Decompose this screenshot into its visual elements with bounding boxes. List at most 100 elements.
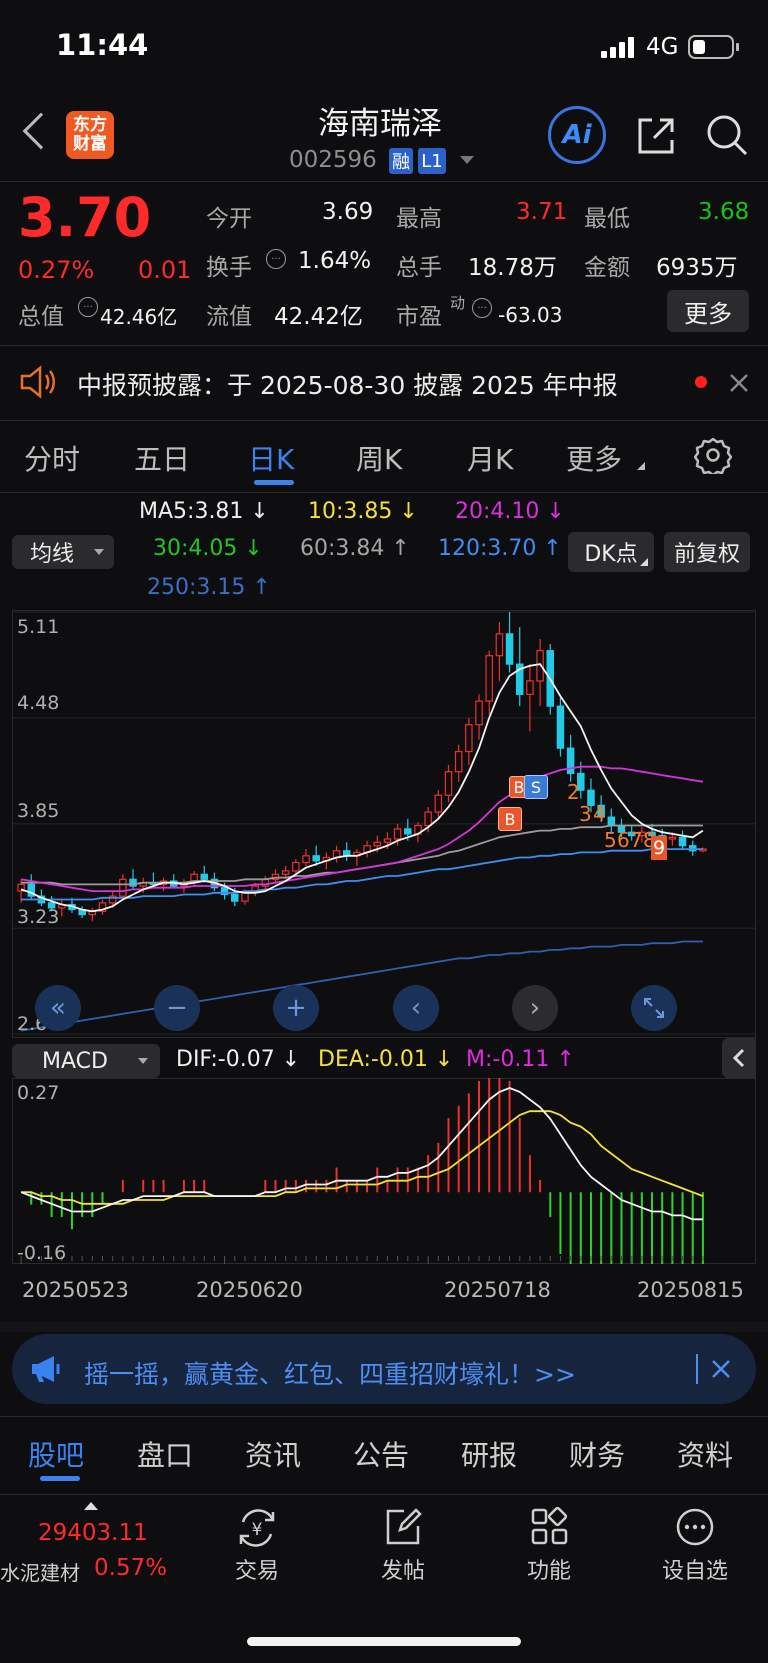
candle-body [434, 794, 443, 813]
scroll-left-fast-icon[interactable]: « [35, 985, 81, 1031]
tab-order-book[interactable]: 盘口 [137, 1434, 193, 1474]
search-icon[interactable] [704, 112, 750, 158]
active-tab-indicator [254, 480, 294, 485]
candle-body [404, 828, 412, 835]
trade-label[interactable]: 交易 [197, 1553, 317, 1585]
share-icon[interactable] [634, 114, 678, 158]
td-count-4: 4 [593, 802, 606, 826]
ma250-legend: 250:3.15 ↑ [147, 575, 271, 600]
open-value: 3.69 [322, 199, 374, 225]
fullscreen-icon[interactable] [631, 985, 677, 1031]
candle-body [444, 771, 453, 796]
dk-point-button[interactable]: DK点 [568, 532, 654, 572]
ai-label: Ai [562, 120, 592, 150]
tab-weekly-k[interactable]: 周K [356, 438, 402, 478]
candle-body [607, 816, 616, 827]
megaphone-icon [30, 1354, 66, 1384]
turnover-info-icon[interactable]: ··· [266, 249, 286, 269]
change-amount: 0.01 [138, 256, 192, 284]
tab-daily-k[interactable]: 日K [248, 438, 294, 478]
index-up-icon [84, 1502, 98, 1510]
open-label: 今开 [206, 206, 252, 232]
tab-news[interactable]: 资讯 [245, 1434, 301, 1474]
notice-close-icon[interactable] [728, 372, 750, 394]
candle-body [231, 893, 239, 902]
pe-info-icon[interactable]: ··· [472, 298, 492, 318]
change-percent: 0.27% [18, 256, 95, 284]
pe-value: -63.03 [498, 303, 563, 327]
tab-announcements[interactable]: 公告 [353, 1434, 409, 1474]
ma5-legend: MA5:3.81 ↓ [139, 499, 269, 524]
post-icon[interactable] [382, 1506, 424, 1548]
total-cap-label: 总值 [18, 304, 64, 330]
tab-five-day[interactable]: 五日 [134, 438, 190, 478]
y-tick-4-48: 4.48 [17, 692, 60, 714]
total-cap-info-icon[interactable]: ··· [78, 297, 98, 317]
notice-text[interactable]: 中报预披露：于 2025-08-30 披露 2025 年中报 [77, 366, 618, 402]
float-cap-label: 流值 [206, 304, 252, 330]
function-icon[interactable] [529, 1506, 571, 1548]
signal-icon [601, 36, 637, 58]
collapse-panel-icon[interactable] [722, 1038, 756, 1078]
tab-profile[interactable]: 资料 [677, 1434, 733, 1474]
scroll-right-icon[interactable]: › [512, 985, 558, 1031]
ai-button[interactable]: Ai [548, 106, 606, 164]
home-indicator[interactable] [247, 1637, 521, 1646]
candle-body [475, 700, 483, 726]
logo-line1: 东方 [73, 115, 107, 135]
more-quote-button[interactable]: 更多 [667, 290, 749, 332]
macd-y-bottom: -0.16 [17, 1242, 67, 1264]
function-label[interactable]: 功能 [489, 1553, 609, 1585]
svg-text:¥: ¥ [252, 1520, 263, 1540]
tab-finance[interactable]: 财务 [569, 1434, 625, 1474]
candle-body [393, 828, 402, 840]
amount-label: 金额 [584, 255, 630, 281]
ad-close-icon[interactable] [711, 1359, 731, 1379]
y-tick-3-85: 3.85 [17, 800, 60, 822]
tab-intraday[interactable]: 分时 [24, 438, 80, 478]
macd-y-top: 0.27 [17, 1082, 60, 1104]
candle-body [526, 680, 534, 695]
scroll-left-icon[interactable]: ‹ [393, 985, 439, 1031]
zoom-out-icon[interactable]: − [154, 985, 200, 1031]
index-name[interactable]: 水泥建材 [0, 1557, 80, 1586]
ma60-legend: 60:3.84 ↑ [300, 536, 410, 561]
tab-more[interactable]: 更多 [566, 438, 622, 478]
candle-body [200, 873, 209, 880]
high-value: 3.71 [516, 199, 568, 225]
high-label: 最高 [396, 206, 442, 232]
post-label[interactable]: 发帖 [343, 1553, 463, 1585]
sell-marker[interactable]: S [524, 775, 548, 799]
indicator-selector[interactable]: MACD [12, 1044, 160, 1078]
logo-line2: 财富 [73, 134, 107, 154]
candle-body [312, 855, 320, 862]
ma20-legend: 20:4.10 ↓ [455, 499, 565, 524]
pe-superscript: 动 [450, 294, 466, 312]
gear-icon[interactable] [693, 436, 733, 477]
trade-icon[interactable]: ¥ [235, 1506, 279, 1550]
ma-selector[interactable]: 均线 [12, 535, 114, 569]
tab-monthly-k[interactable]: 月K [467, 438, 513, 478]
zoom-in-icon[interactable]: + [273, 985, 319, 1031]
ma20-line [20, 765, 704, 893]
float-cap-value: 42.42亿 [274, 304, 363, 330]
x-label-3: 20250815 [637, 1278, 744, 1302]
back-icon[interactable] [22, 112, 60, 150]
code-dropdown-icon[interactable] [460, 156, 474, 164]
tab-guba[interactable]: 股吧 [28, 1434, 84, 1474]
macd-chart[interactable] [12, 1078, 756, 1264]
ad-banner-text[interactable]: 摇一摇，赢黄金、红包、四重招财壕礼！>> [84, 1355, 576, 1391]
buy-marker-lower[interactable]: B [498, 807, 522, 831]
ma30-legend: 30:4.05 ↓ [153, 536, 263, 561]
tab-research[interactable]: 研报 [461, 1434, 517, 1474]
index-value[interactable]: 29403.11 [38, 1520, 148, 1546]
volume-value: 18.78万 [468, 255, 557, 281]
ma-selector-arrow-icon [94, 549, 104, 555]
add-watchlist-label[interactable]: 设自选 [635, 1553, 755, 1585]
adjust-button[interactable]: 前复权 [664, 532, 750, 572]
app-logo[interactable]: 东方 财富 [66, 111, 114, 159]
candle-body [373, 841, 382, 847]
volume-label: 总手 [396, 255, 442, 281]
kline-chart[interactable] [12, 610, 756, 1038]
add-watchlist-icon[interactable] [674, 1506, 716, 1548]
